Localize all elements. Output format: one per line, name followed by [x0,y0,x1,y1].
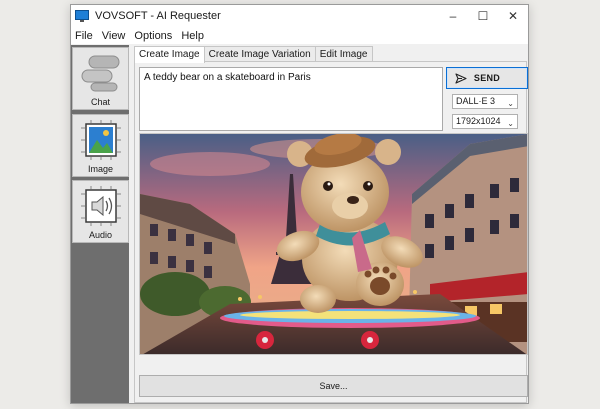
audio-icon [80,186,121,226]
generated-image [139,133,528,355]
sidebar: Chat Image Audio [71,45,129,403]
sidebar-item-chat[interactable]: Chat [72,47,129,110]
create-image-panel: A teddy bear on a skateboard in Paris SE… [134,61,528,403]
menu-view[interactable]: View [98,30,131,42]
teddy-bear-paris-illustration [140,134,527,354]
menu-file[interactable]: File [71,30,98,42]
tab-create-image[interactable]: Create Image [134,46,205,63]
tab-create-image-variation[interactable]: Create Image Variation [203,46,316,62]
send-button[interactable]: SEND [446,67,528,89]
main-content: Create Image Create Image Variation Edit… [132,45,528,403]
sidebar-item-image[interactable]: Image [72,114,129,177]
tab-bar: Create Image Create Image Variation Edit… [134,46,373,63]
send-label: SEND [473,73,501,83]
app-window: VOVSOFT - AI Requester – ☐ ✕ File View O… [70,4,529,404]
size-select[interactable]: 1792x1024 ⌄ [452,114,518,129]
image-icon [80,120,121,160]
app-monitor-icon [75,10,89,22]
menu-options[interactable]: Options [130,30,177,42]
close-button[interactable]: ✕ [498,5,528,27]
save-button[interactable]: Save... [139,375,528,397]
chevron-down-icon: ⌄ [507,119,514,128]
model-select[interactable]: DALL·E 3 ⌄ [452,94,518,109]
tab-edit-image[interactable]: Edit Image [314,46,373,62]
sidebar-item-label: Image [87,164,113,174]
title-bar[interactable]: VOVSOFT - AI Requester – ☐ ✕ [71,5,528,27]
minimize-button[interactable]: – [438,5,468,27]
menu-help[interactable]: Help [177,30,209,42]
menu-bar: File View Options Help [71,27,528,44]
window-title: VOVSOFT - AI Requester [95,10,221,22]
sidebar-item-label: Chat [90,97,110,107]
size-select-value: 1792x1024 [456,116,501,126]
maximize-button[interactable]: ☐ [468,5,498,27]
chevron-down-icon: ⌄ [507,99,514,108]
send-arrow-icon [455,73,467,84]
chat-icon [81,55,119,92]
prompt-input[interactable]: A teddy bear on a skateboard in Paris [139,67,443,131]
model-select-value: DALL·E 3 [456,96,496,106]
sidebar-item-label: Audio [88,230,113,240]
sidebar-item-audio[interactable]: Audio [72,180,129,243]
